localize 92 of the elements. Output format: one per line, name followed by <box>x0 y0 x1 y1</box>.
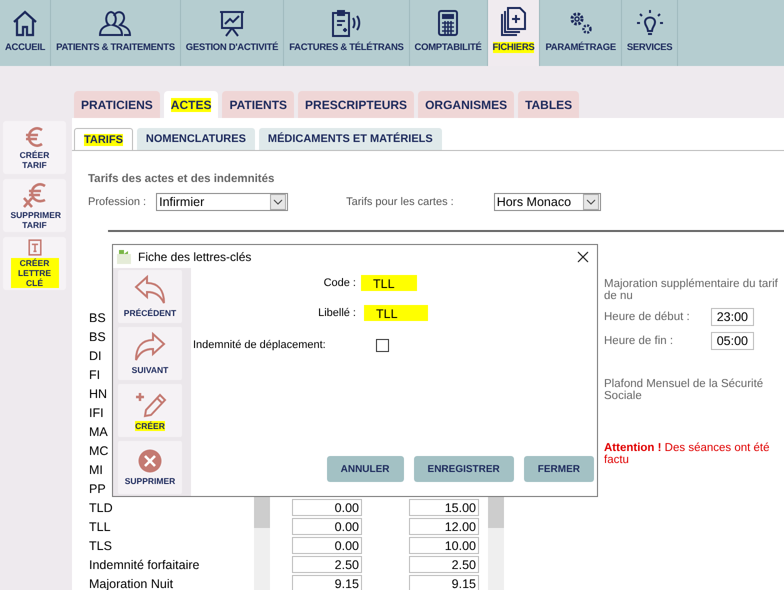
nav-label: PARAMÉTRAGE <box>545 42 616 53</box>
section-title: Tarifs des actes et des indemnités <box>88 173 276 185</box>
row-label: Indemnité forfaitaire <box>89 558 200 572</box>
letter-t-icon <box>26 239 44 256</box>
rate-field[interactable]: 0.00 <box>292 537 362 554</box>
euro-crossed-icon <box>22 182 48 208</box>
sidebar-label: CRÉER TARIF <box>18 150 50 170</box>
row-label: MA <box>89 424 108 438</box>
tab[interactable]: TABLES <box>518 91 580 118</box>
profession-dropdown[interactable]: Infirmier <box>156 193 288 211</box>
travel-allowance-label: Indemnité de déplacement: <box>193 339 327 351</box>
nav-label: PATIENTS & TRAITEMENTS <box>56 42 175 53</box>
dialog-side-button[interactable]: CRÉER <box>118 384 182 437</box>
dialog-side-label: SUPPRIMER <box>124 476 176 486</box>
dialog-side-button[interactable]: SUPPRIMER <box>118 441 182 494</box>
rate-field[interactable]: 2.50 <box>409 556 479 573</box>
dialog-button[interactable]: ANNULER <box>326 456 404 482</box>
tab[interactable]: ACTES <box>164 91 218 118</box>
rate-field[interactable]: 10.00 <box>409 537 479 554</box>
dialog-title: Fiche des lettres-clés <box>138 250 252 264</box>
row-label: HN <box>89 386 108 400</box>
sub-tab[interactable]: MÉDICAMENTS ET MATÉRIELS <box>258 128 442 150</box>
sidebar-button[interactable]: SUPPRIMER TARIF <box>3 179 66 232</box>
night-surcharge-title: Majoration supplémentaire du tarif de nu <box>604 278 779 302</box>
home-icon <box>12 9 38 37</box>
rate-field[interactable]: 12.00 <box>409 518 479 535</box>
nav-label: FACTURES & TÉLÉTRANS <box>289 42 404 53</box>
code-value: TLL <box>361 275 417 291</box>
people-icon <box>97 9 134 37</box>
row-label: FI <box>89 368 100 382</box>
back-arrow-icon <box>134 275 166 305</box>
app-icon <box>116 248 132 264</box>
euro-icon <box>24 126 46 148</box>
lightbulb-icon <box>634 9 665 37</box>
rate-field[interactable]: 2.50 <box>292 556 362 573</box>
start-time-field[interactable]: 23:00 <box>710 308 754 326</box>
presentation-chart-icon <box>218 9 246 37</box>
label-label: Libellé : <box>317 307 357 319</box>
dialog-button[interactable]: ENREGISTRER <box>414 456 514 482</box>
rate-field[interactable]: 9.15 <box>292 575 362 590</box>
row-label: TLL <box>89 520 111 534</box>
code-label: Code : <box>322 277 357 289</box>
checkbox[interactable] <box>376 338 389 352</box>
dialog-side-label: CRÉER <box>135 421 165 431</box>
row-label: PP <box>89 482 106 496</box>
row-label: BS <box>89 310 106 324</box>
dialog-button[interactable]: FERMER <box>524 456 594 482</box>
dialog-side-button[interactable]: SUIVANT <box>118 327 182 380</box>
tab[interactable]: PRATICIENS <box>74 91 160 118</box>
forward-arrow-icon <box>134 332 166 362</box>
row-label: DI <box>89 348 102 362</box>
row-label: IFI <box>89 406 104 420</box>
sidebar-button[interactable]: CRÉER LETTRE CLÉ <box>3 237 66 290</box>
row-label: MI <box>89 462 103 476</box>
row-label: MC <box>89 444 108 458</box>
calculator-icon <box>437 9 460 37</box>
row-label: BS <box>89 330 106 344</box>
rate-field[interactable]: 0.00 <box>292 499 362 516</box>
rate-field[interactable]: 15.00 <box>409 499 479 516</box>
plus-pencil-icon <box>133 390 167 418</box>
rate-field[interactable]: 9.15 <box>409 575 479 590</box>
nav-label: ACCUEIL <box>5 42 46 53</box>
profession-label: Profession : <box>88 196 146 208</box>
row-label: TLS <box>89 538 112 552</box>
documents-icon <box>499 7 528 37</box>
ceiling-label: Plafond Mensuel de la Sécurité Sociale <box>604 378 764 402</box>
close-icon[interactable] <box>577 250 589 262</box>
row-label: Majoration Nuit <box>89 576 174 590</box>
start-label: Heure de début : <box>604 311 690 323</box>
sidebar-label: SUPPRIMER TARIF <box>10 210 58 230</box>
nav-label: GESTION D'ACTIVITÉ <box>186 42 278 53</box>
dialog-side-button[interactable]: PRÉCÉDENT <box>118 270 182 323</box>
dialog-side-label: SUIVANT <box>132 365 168 375</box>
tab[interactable]: PRESCRIPTEURS <box>298 91 414 118</box>
warning-text: Attention ! Des séances ont été factu <box>604 442 771 466</box>
nav-label: COMPTABILITÉ <box>414 42 482 53</box>
sub-tab[interactable]: TARIFS <box>74 128 133 150</box>
row-label: TLD <box>89 500 113 514</box>
sidebar-label: CRÉER LETTRE CLÉ <box>10 258 58 288</box>
sidebar-button[interactable]: CRÉER TARIF <box>3 121 66 174</box>
tab[interactable]: PATIENTS <box>222 91 294 118</box>
delete-icon <box>138 449 162 473</box>
nav-label: SERVICES <box>626 42 672 53</box>
rate-field[interactable]: 0.00 <box>292 518 362 535</box>
dialog-side-label: PRÉCÉDENT <box>124 308 176 318</box>
end-label: Heure de fin : <box>604 335 674 347</box>
end-time-field[interactable]: 05:00 <box>710 332 754 350</box>
cards-label: Tarifs pour les cartes : <box>346 196 454 208</box>
tab[interactable]: ORGANISMES <box>418 91 514 118</box>
sub-tab[interactable]: NOMENCLATURES <box>136 128 255 150</box>
cards-dropdown[interactable]: Hors Monaco <box>494 193 601 211</box>
label-value: TLL <box>364 305 428 321</box>
